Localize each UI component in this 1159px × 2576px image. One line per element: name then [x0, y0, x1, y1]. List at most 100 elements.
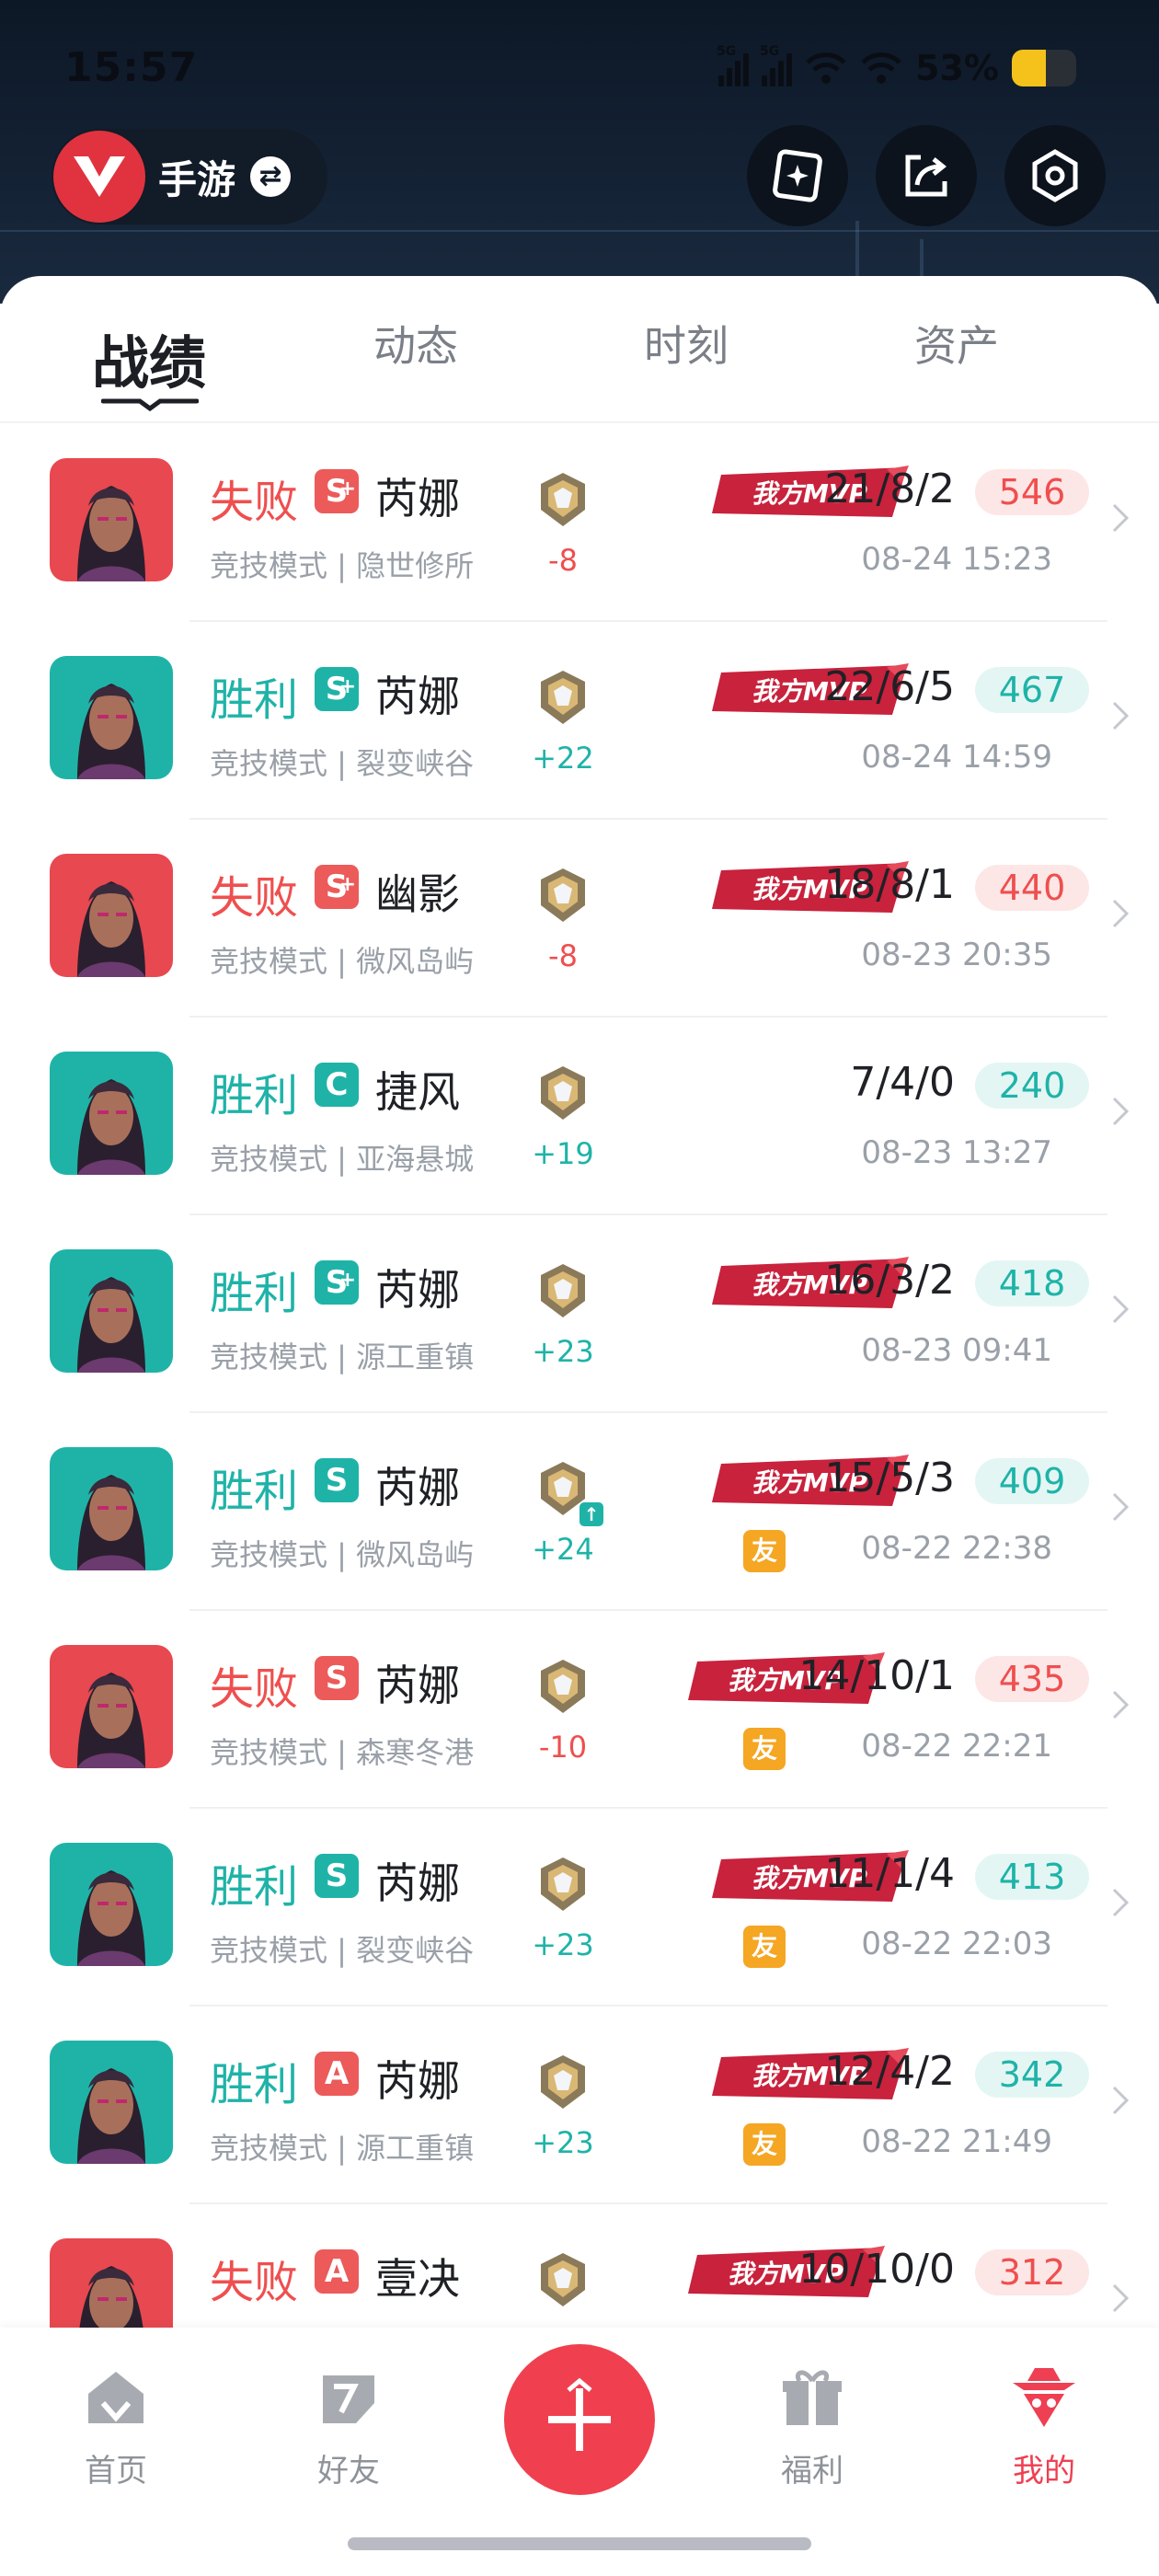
match-result: 失败 — [210, 1663, 299, 1715]
hero-name: 芮娜 — [375, 1265, 460, 1315]
friend-badge: 友 — [743, 1728, 786, 1770]
match-datetime: 08-23 09:41 — [861, 1332, 1052, 1369]
chevron-right-icon — [1111, 700, 1130, 731]
hero-avatar — [50, 458, 173, 581]
share-icon — [905, 155, 947, 197]
match-mode: 竞技模式 | 裂变峡谷 — [210, 746, 475, 781]
hero-name: 芮娜 — [375, 1858, 460, 1908]
rank-delta: +23 — [532, 1927, 594, 1962]
match-result: 胜利 — [210, 1070, 299, 1121]
rank-badge-icon — [537, 2053, 589, 2110]
match-row[interactable]: 胜利 S + 芮娜 竞技模式 | 裂变峡谷 +22 我方MVP 22/6/5 467 08-24 … — [0, 621, 1159, 820]
wifi-icon — [861, 52, 901, 84]
kda: 21/8/2 — [824, 466, 955, 512]
grade-plus-icon: + — [339, 873, 356, 896]
signal-icon: 5G — [717, 44, 750, 86]
settings-button[interactable] — [1004, 125, 1106, 226]
match-score: 413 — [975, 1854, 1089, 1900]
hero-avatar — [50, 1843, 173, 1966]
match-row[interactable]: 失败 S + 芮娜 竞技模式 | 隐世修所 -8 我方MVP 21/8/2 546 08-24 1… — [0, 423, 1159, 622]
tab-bar: 战绩 动态 时刻 资产 — [0, 276, 1159, 423]
tab-record[interactable]: 战绩 — [92, 316, 206, 399]
match-row[interactable]: 胜利 C 捷风 竞技模式 | 亚海悬城 +19 7/4/0 240 08-23 13:27 — [0, 1017, 1159, 1215]
match-datetime: 08-22 22:38 — [861, 1530, 1052, 1567]
match-row[interactable]: 失败 S 芮娜 竞技模式 | 森寒冬港 -10 我方MVP 14/10/1 435 08-22 … — [0, 1610, 1159, 1809]
match-datetime: 08-22 21:49 — [861, 2123, 1052, 2160]
header-decoration-line — [0, 230, 1159, 232]
tab-moments[interactable]: 时刻 — [644, 313, 729, 374]
kda: 22/6/5 — [824, 663, 955, 710]
ai-sparkle-button[interactable] — [747, 125, 848, 226]
rank-badge-icon — [537, 1658, 589, 1715]
chevron-right-icon — [1111, 502, 1130, 534]
swap-icon: ⇄ — [250, 156, 292, 197]
grade-badge: S + — [315, 667, 359, 711]
match-datetime: 08-24 14:59 — [861, 739, 1052, 776]
settings-hex-icon — [1032, 149, 1078, 202]
rank-badge-icon — [537, 867, 589, 924]
match-score: 240 — [975, 1063, 1089, 1109]
hero-avatar — [50, 1249, 173, 1373]
grade-letter: C — [325, 1066, 349, 1103]
match-score: 409 — [975, 1458, 1089, 1504]
grade-letter: S — [325, 1660, 349, 1696]
grade-badge: A — [315, 2249, 359, 2294]
add-button[interactable] — [504, 2344, 655, 2495]
nav-profile[interactable]: 我的 — [975, 2363, 1113, 2490]
match-datetime: 08-22 22:21 — [861, 1728, 1052, 1765]
hero-name: 芮娜 — [375, 2056, 460, 2106]
grade-letter: A — [324, 2055, 350, 2092]
status-bar: 15:57 5G 5G 53% — [0, 0, 1159, 138]
friend-badge: 友 — [743, 2123, 786, 2166]
hero-avatar — [50, 1052, 173, 1175]
nav-welfare[interactable]: 福利 — [743, 2363, 881, 2490]
grade-badge: C — [315, 1063, 359, 1107]
rank-delta: -8 — [548, 543, 578, 578]
match-result: 胜利 — [210, 674, 299, 726]
match-row[interactable]: 胜利 S 芮娜 竞技模式 | 裂变峡谷 +23 我方MVP 11/1/4 413 08-22 2… — [0, 1808, 1159, 2007]
hero-avatar — [50, 1447, 173, 1570]
wifi-icon — [806, 52, 846, 84]
kda: 11/1/4 — [824, 1850, 955, 1897]
share-button[interactable] — [876, 125, 977, 226]
tab-feed[interactable]: 动态 — [373, 313, 458, 374]
match-datetime: 08-24 15:23 — [861, 541, 1052, 578]
rank-delta: +24 — [532, 1532, 594, 1567]
grade-badge: S + — [315, 1260, 359, 1305]
rank-badge-icon — [537, 1262, 589, 1319]
nav-welfare-label: 福利 — [781, 2453, 843, 2490]
grade-badge: S — [315, 1854, 359, 1898]
nav-profile-label: 我的 — [1013, 2453, 1075, 2490]
kda: 15/5/3 — [824, 1455, 955, 1501]
match-result: 胜利 — [210, 2059, 299, 2110]
tab-assets[interactable]: 资产 — [914, 313, 999, 374]
nav-friends[interactable]: 好友 — [280, 2363, 418, 2490]
chevron-right-icon — [1111, 1887, 1130, 1918]
match-score: 467 — [975, 667, 1089, 713]
rank-delta: +23 — [532, 2125, 594, 2160]
match-score: 418 — [975, 1260, 1089, 1306]
hero-name: 芮娜 — [375, 1463, 460, 1512]
friend-badge: 友 — [743, 1530, 786, 1572]
rank-delta: +22 — [532, 741, 594, 776]
rank-badge-icon — [537, 669, 589, 726]
match-mode: 竞技模式 | 森寒冬港 — [210, 1735, 475, 1770]
nav-home[interactable]: 首页 — [47, 2363, 185, 2490]
hero-name: 壹决 — [375, 2254, 460, 2304]
match-row[interactable]: 失败 S + 幽影 竞技模式 | 微风岛屿 -8 我方MVP 18/8/1 440 08-23 2… — [0, 819, 1159, 1018]
profile-icon — [1013, 2368, 1075, 2427]
match-row[interactable]: 胜利 A 芮娜 竞技模式 | 源工重镇 +23 我方MVP 12/4/2 342 08-22 2… — [0, 2006, 1159, 2204]
chevron-right-icon — [1111, 1689, 1130, 1720]
match-row[interactable]: 胜利 S 芮娜 竞技模式 | 微风岛屿 ↑ +24 我方MVP 15/5/3 409 08-22 … — [0, 1412, 1159, 1611]
match-mode: 竞技模式 | 源工重镇 — [210, 2131, 475, 2166]
match-row[interactable]: 胜利 S + 芮娜 竞技模式 | 源工重镇 +23 我方MVP 16/3/2 418 08-23 … — [0, 1214, 1159, 1413]
kda: 12/4/2 — [824, 2048, 955, 2095]
game-switcher[interactable]: 手游 ⇄ — [52, 129, 327, 224]
rank-delta: -10 — [538, 1730, 588, 1765]
grade-letter: S — [325, 1462, 349, 1499]
match-score: 312 — [975, 2249, 1089, 2295]
chevron-right-icon — [1111, 1491, 1130, 1523]
match-mode: 竞技模式 | 亚海悬城 — [210, 1142, 475, 1177]
kda: 7/4/0 — [850, 1059, 955, 1106]
grade-badge: S — [315, 1458, 359, 1502]
